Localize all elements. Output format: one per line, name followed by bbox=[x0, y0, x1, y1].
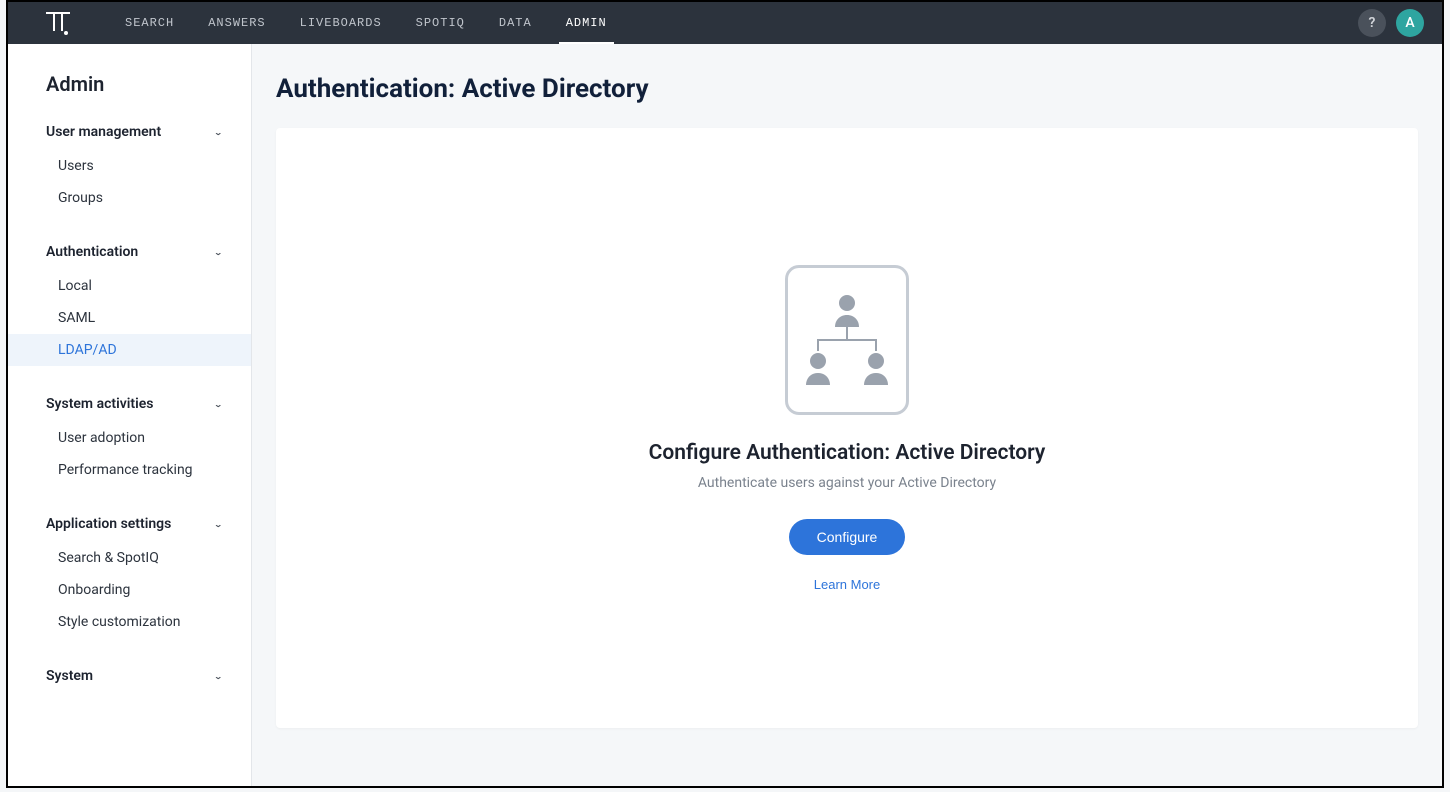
sidebar-section-items: User adoption Performance tracking bbox=[8, 422, 251, 492]
directory-hierarchy-icon bbox=[801, 285, 893, 395]
sidebar-section-items: Search & SpotIQ Onboarding Style customi… bbox=[8, 542, 251, 644]
chevron-down-icon: ⌄ bbox=[214, 127, 223, 136]
sidebar-item-groups[interactable]: Groups bbox=[8, 182, 251, 214]
user-avatar[interactable]: A bbox=[1396, 9, 1424, 37]
sidebar-section-label: System activities bbox=[46, 396, 153, 412]
top-nav: SEARCH ANSWERS LIVEBOARDS SPOTIQ DATA AD… bbox=[8, 2, 1442, 44]
sidebar-item-style-customization[interactable]: Style customization bbox=[8, 606, 251, 638]
sidebar-section-items: Users Groups bbox=[8, 150, 251, 220]
sidebar-section-system-activities[interactable]: System activities ⌄ bbox=[8, 386, 251, 422]
help-icon: ? bbox=[1369, 15, 1376, 31]
chevron-down-icon: ⌄ bbox=[214, 399, 223, 408]
configure-button[interactable]: Configure bbox=[789, 519, 906, 555]
sidebar-item-local[interactable]: Local bbox=[8, 270, 251, 302]
sidebar-section-label: System bbox=[46, 668, 93, 684]
sidebar-item-performance-tracking[interactable]: Performance tracking bbox=[8, 454, 251, 486]
app-frame: SEARCH ANSWERS LIVEBOARDS SPOTIQ DATA AD… bbox=[6, 0, 1444, 788]
sidebar-section-user-management[interactable]: User management ⌄ bbox=[8, 114, 251, 150]
nav-item-data[interactable]: DATA bbox=[482, 2, 549, 44]
avatar-initial: A bbox=[1405, 15, 1414, 31]
page-title: Authentication: Active Directory bbox=[276, 74, 1418, 104]
sidebar-section-label: Application settings bbox=[46, 516, 171, 532]
admin-sidebar: Admin User management ⌄ Users Groups Aut… bbox=[8, 44, 252, 786]
nav-item-search[interactable]: SEARCH bbox=[108, 2, 191, 44]
sidebar-item-ldap-ad[interactable]: LDAP/AD bbox=[8, 334, 251, 366]
sidebar-item-users[interactable]: Users bbox=[8, 150, 251, 182]
sidebar-title: Admin bbox=[8, 72, 251, 114]
sidebar-item-saml[interactable]: SAML bbox=[8, 302, 251, 334]
sidebar-item-search-spotiq[interactable]: Search & SpotIQ bbox=[8, 542, 251, 574]
nav-items: SEARCH ANSWERS LIVEBOARDS SPOTIQ DATA AD… bbox=[108, 2, 624, 44]
brand-logo[interactable] bbox=[8, 2, 108, 44]
sidebar-item-onboarding[interactable]: Onboarding bbox=[8, 574, 251, 606]
chevron-down-icon: ⌄ bbox=[214, 247, 223, 256]
nav-item-spotiq[interactable]: SPOTIQ bbox=[399, 2, 482, 44]
hero-subtitle: Authenticate users against your Active D… bbox=[698, 475, 996, 491]
sidebar-section-system[interactable]: System ⌄ bbox=[8, 658, 251, 694]
sidebar-item-user-adoption[interactable]: User adoption bbox=[8, 422, 251, 454]
nav-item-answers[interactable]: ANSWERS bbox=[191, 2, 282, 44]
sidebar-section-label: Authentication bbox=[46, 244, 138, 260]
learn-more-link[interactable]: Learn More bbox=[814, 577, 880, 592]
help-button[interactable]: ? bbox=[1358, 9, 1386, 37]
sidebar-section-label: User management bbox=[46, 124, 161, 140]
thoughtspot-logo-icon bbox=[44, 9, 72, 37]
main-content: Authentication: Active Directory bbox=[252, 44, 1442, 786]
content-card: Configure Authentication: Active Directo… bbox=[276, 128, 1418, 728]
sidebar-section-application-settings[interactable]: Application settings ⌄ bbox=[8, 506, 251, 542]
nav-item-admin[interactable]: ADMIN bbox=[549, 2, 624, 44]
nav-item-liveboards[interactable]: LIVEBOARDS bbox=[283, 2, 399, 44]
hero-title: Configure Authentication: Active Directo… bbox=[649, 441, 1046, 465]
body-area: Admin User management ⌄ Users Groups Aut… bbox=[8, 44, 1442, 786]
hero-illustration bbox=[785, 265, 909, 415]
sidebar-section-authentication[interactable]: Authentication ⌄ bbox=[8, 234, 251, 270]
sidebar-section-items: Local SAML LDAP/AD bbox=[8, 270, 251, 372]
chevron-down-icon: ⌄ bbox=[214, 519, 223, 528]
chevron-down-icon: ⌄ bbox=[214, 671, 223, 680]
